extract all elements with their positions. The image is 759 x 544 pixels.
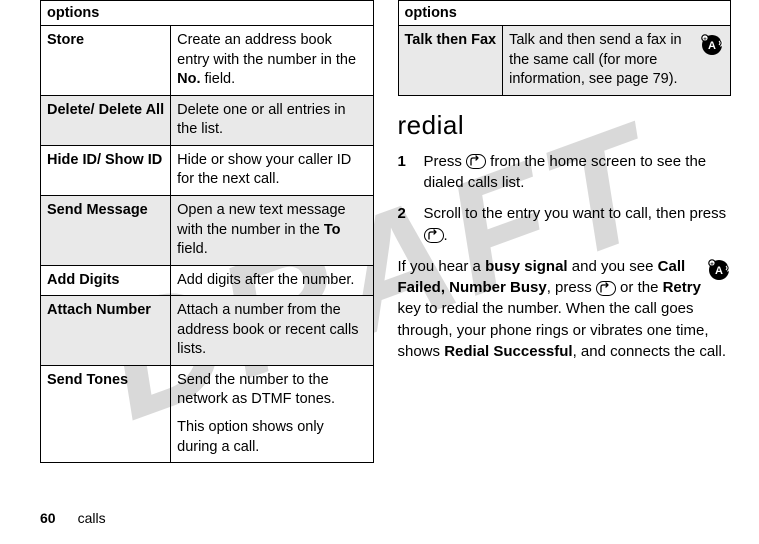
option-desc: Add digits after the number. [171, 265, 373, 296]
option-term: Attach Number [41, 296, 171, 366]
option-desc: Delete one or all entries in the list. [171, 95, 373, 145]
option-term: Delete/ Delete All [41, 95, 171, 145]
table-row: Talk then Fax +A Talk and then send a fa… [398, 26, 731, 96]
send-key-icon [596, 281, 616, 296]
page-number: 60 [40, 510, 56, 526]
table-row: Hide ID/ Show ID Hide or show your calle… [41, 145, 374, 195]
left-column: options Store Create an address book ent… [40, 0, 374, 463]
svg-text:+: + [703, 37, 707, 43]
option-term: Talk then Fax [398, 26, 503, 96]
option-desc: Hide or show your caller ID for the next… [171, 145, 373, 195]
send-key-icon [424, 228, 444, 243]
table-row: Send Tones Send the number to the networ… [41, 365, 374, 462]
step-item: Press from the home screen to see the di… [398, 151, 732, 194]
steps-list: Press from the home screen to see the di… [398, 151, 732, 246]
option-term: Store [41, 26, 171, 96]
busy-signal-paragraph: +A If you hear a busy signal and you see… [398, 256, 732, 362]
options-table-right: options Talk then Fax +A Talk and then s… [398, 0, 732, 96]
option-desc: Open a new text message with the number … [171, 195, 373, 265]
option-desc: +A Talk and then send a fax in the same … [503, 26, 731, 96]
option-term: Hide ID/ Show ID [41, 145, 171, 195]
table-row: Add Digits Add digits after the number. [41, 265, 374, 296]
right-column: options Talk then Fax +A Talk and then s… [398, 0, 732, 463]
feature-availability-icon: +A [700, 33, 724, 64]
option-desc: Send the number to the network as DTMF t… [171, 365, 373, 462]
page-footer: 60 calls [40, 510, 106, 526]
svg-text:A: A [708, 40, 716, 52]
table-row: Attach Number Attach a number from the a… [41, 296, 374, 366]
feature-availability-icon: +A [707, 258, 731, 288]
table-row: Send Message Open a new text message wit… [41, 195, 374, 265]
options-table-left: options Store Create an address book ent… [40, 0, 374, 463]
option-term: Send Message [41, 195, 171, 265]
chapter-name: calls [78, 510, 106, 526]
section-heading-redial: redial [398, 110, 732, 141]
table-row: Store Create an address book entry with … [41, 26, 374, 96]
svg-text:A: A [715, 265, 723, 277]
option-desc: Attach a number from the address book or… [171, 296, 373, 366]
option-desc: Create an address book entry with the nu… [171, 26, 373, 96]
send-key-icon [466, 154, 486, 169]
svg-text:+: + [710, 262, 714, 268]
step-item: Scroll to the entry you want to call, th… [398, 203, 732, 246]
table-row: Delete/ Delete All Delete one or all ent… [41, 95, 374, 145]
table-header: options [41, 1, 374, 26]
option-term: Send Tones [41, 365, 171, 462]
table-header: options [398, 1, 731, 26]
option-term: Add Digits [41, 265, 171, 296]
